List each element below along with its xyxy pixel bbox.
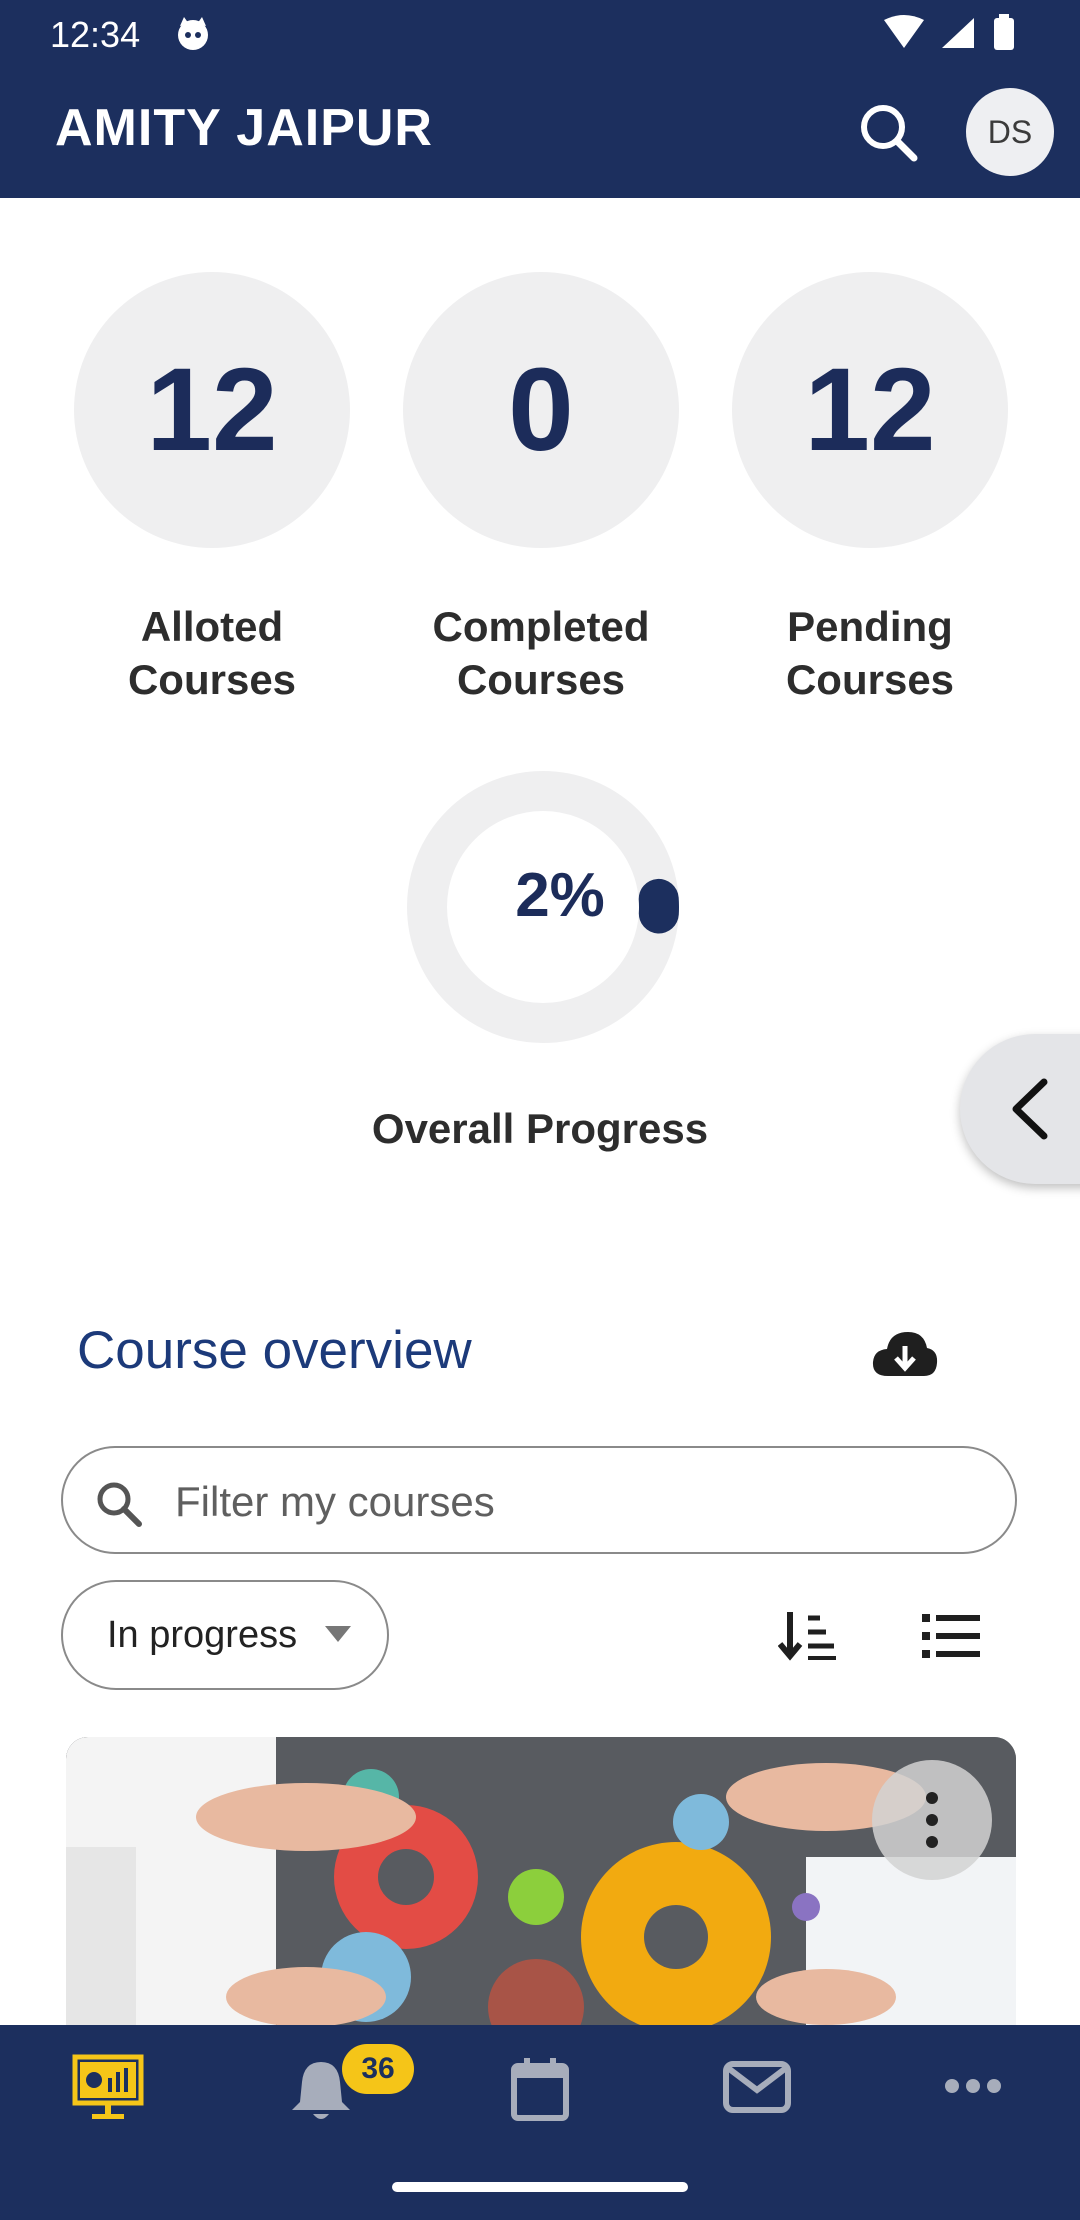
pending-courses-count: 12	[732, 272, 1008, 548]
more-icon[interactable]	[944, 2078, 1002, 2094]
chevron-left-icon	[1012, 1078, 1048, 1140]
course-status-value: In progress	[107, 1613, 298, 1656]
notifications-badge: 36	[342, 2044, 414, 2094]
status-icons	[884, 14, 1014, 50]
course-card-menu[interactable]	[872, 1760, 992, 1880]
gears-illustration	[66, 1737, 1016, 2027]
more-vertical-icon	[926, 1792, 938, 1848]
list-view-icon[interactable]	[922, 1612, 980, 1660]
cloud-download-icon[interactable]	[870, 1326, 940, 1382]
signal-icon	[942, 18, 974, 48]
wifi-icon	[884, 15, 924, 48]
completed-courses-label: Completed Courses	[432, 603, 650, 703]
filter-courses-field[interactable]	[61, 1446, 1017, 1554]
course-card-image[interactable]	[66, 1737, 1016, 2027]
pending-courses-label: Pending Courses	[785, 603, 955, 703]
course-status-dropdown[interactable]: In progress	[61, 1580, 389, 1690]
calendar-icon[interactable]	[508, 2056, 572, 2122]
search-icon[interactable]	[856, 100, 920, 164]
dashboard-icon[interactable]	[72, 2054, 144, 2122]
battery-icon	[994, 18, 1014, 50]
overall-progress-value: 2%	[515, 861, 605, 930]
sort-icon[interactable]	[778, 1608, 838, 1662]
completed-courses-count: 0	[403, 272, 679, 548]
alloted-courses-label: Alloted Courses	[127, 603, 297, 703]
user-avatar[interactable]: DS	[966, 88, 1054, 176]
mail-icon[interactable]	[722, 2060, 792, 2114]
course-overview-title: Course overview	[77, 1321, 472, 1380]
status-time: 12:34	[50, 14, 141, 55]
overall-progress-label: Overall Progress	[371, 1105, 709, 1152]
app-notification-icon	[178, 17, 208, 50]
home-indicator[interactable]	[392, 2182, 688, 2192]
filter-courses-input[interactable]	[173, 1468, 977, 1536]
side-drawer-toggle[interactable]	[960, 1034, 1080, 1184]
search-icon	[97, 1482, 142, 1527]
alloted-courses-count: 12	[74, 272, 350, 548]
app-title: AMITY JAIPUR	[55, 99, 433, 157]
caret-down-icon	[325, 1626, 351, 1642]
